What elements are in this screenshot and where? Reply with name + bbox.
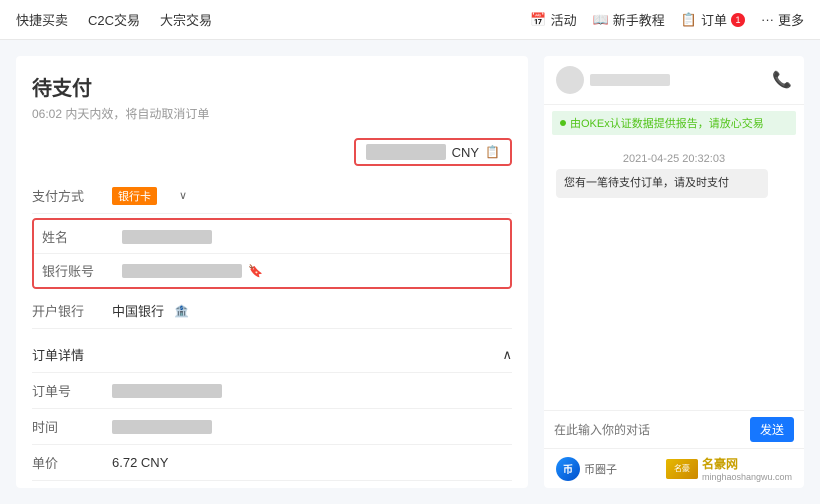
order-id-row: 订单号: [32, 373, 512, 409]
order-qty-row: 数量: [32, 481, 512, 488]
main-layout: 待支付 06:02 内天内效，将自动取消订单 CNY 📋 支付方式 银行卡 ∨ …: [0, 40, 820, 504]
bqz-label: 币圈子: [584, 461, 617, 477]
bqz-logo: 币 币圈子: [556, 457, 617, 481]
account-label: 银行账号: [42, 261, 122, 280]
calendar-icon: 📅: [530, 12, 546, 28]
bank-value: 中国银行 🏦: [112, 301, 512, 320]
account-value: 🔖: [122, 264, 502, 278]
order-id-label: 订单号: [32, 381, 112, 400]
name-label: 姓名: [42, 227, 122, 246]
bank-card-badge: 银行卡: [112, 187, 157, 205]
chat-messages: 2021-04-25 20:32:03 您有一笔待支付订单，请及时支付: [544, 141, 804, 410]
phone-icon[interactable]: 📞: [772, 70, 792, 90]
more-icon: ···: [761, 12, 774, 27]
order-badge: 1: [731, 13, 745, 27]
chevron-down-icon: ∨: [179, 189, 187, 202]
chat-input-area: 发送: [544, 410, 804, 448]
order-detail-toggle[interactable]: 订单详情 ∧: [32, 337, 512, 373]
nav-orders[interactable]: 📋 订单 1: [681, 10, 745, 29]
payment-method-label: 支付方式: [32, 186, 112, 205]
verified-dot-icon: [560, 120, 566, 126]
name-row: 姓名: [34, 220, 510, 254]
order-time-label: 时间: [32, 417, 112, 436]
highlighted-section: 姓名 银行账号 🔖: [32, 218, 512, 289]
account-blurred: [122, 264, 242, 278]
book-icon: 📖: [593, 12, 609, 28]
cny-label: CNY: [452, 145, 479, 160]
order-id-value: [112, 384, 512, 398]
chat-username: [590, 74, 670, 86]
order-detail-title: 订单详情: [32, 345, 84, 364]
amount-row: CNY 📋: [32, 138, 512, 166]
amount-copy-icon[interactable]: 📋: [485, 145, 500, 159]
nav-activity[interactable]: 📅 活动: [530, 10, 576, 29]
bank-icon: 🏦: [174, 304, 189, 318]
mhsw-label: 名豪网: [702, 455, 792, 472]
order-icon: 📋: [681, 12, 697, 28]
page-subtitle: 06:02 内天内效，将自动取消订单: [32, 105, 512, 122]
watermark-area: 币 币圈子 名豪 名豪网 minghaoshangwu.com: [544, 448, 804, 488]
name-blurred: [122, 230, 212, 244]
order-detail-rows: 订单号 时间 单价 6.72 CNY 数量: [32, 373, 512, 488]
nav-tutorial[interactable]: 📖 新手教程: [593, 10, 665, 29]
toggle-icon: ∧: [502, 347, 512, 363]
mhsw-logo: 名豪 名豪网 minghaoshangwu.com: [666, 455, 792, 482]
left-panel: 待支付 06:02 内天内效，将自动取消订单 CNY 📋 支付方式 银行卡 ∨ …: [16, 56, 528, 488]
mhsw-image: 名豪: [666, 459, 698, 479]
chat-header: 📞: [544, 56, 804, 105]
mhsw-url: minghaoshangwu.com: [702, 472, 792, 482]
avatar: [556, 66, 584, 94]
nav-item-quickbuy[interactable]: 快捷买卖: [16, 10, 68, 29]
payment-method-row: 支付方式 银行卡 ∨: [32, 178, 512, 214]
verified-badge: 由OKEx认证数据提供报告，请放心交易: [552, 111, 796, 135]
order-price-value: 6.72 CNY: [112, 455, 512, 470]
chat-user-info: [556, 66, 670, 94]
bank-row: 开户银行 中国银行 🏦: [32, 293, 512, 329]
send-button[interactable]: 发送: [750, 417, 794, 442]
amount-box: CNY 📋: [354, 138, 512, 166]
nav-right: 📅 活动 📖 新手教程 📋 订单 1 ··· 更多: [530, 10, 804, 29]
nav-item-c2c[interactable]: C2C交易: [88, 10, 140, 29]
bank-label: 开户银行: [32, 301, 112, 320]
nav-item-bulk[interactable]: 大宗交易: [160, 10, 212, 29]
nav-more[interactable]: ··· 更多: [761, 10, 804, 29]
verified-text: 由OKEx认证数据提供报告，请放心交易: [570, 115, 764, 131]
top-nav: 快捷买卖 C2C交易 大宗交易 📅 活动 📖 新手教程 📋 订单 1 ··· 更…: [0, 0, 820, 40]
chat-timestamp: 2021-04-25 20:32:03: [556, 153, 792, 165]
amount-value: [366, 144, 446, 160]
order-time-value: [112, 420, 512, 434]
name-value: [122, 230, 502, 244]
chat-bubble: 您有一笔待支付订单，请及时支付: [556, 169, 768, 198]
order-price-label: 单价: [32, 453, 112, 472]
order-price-row: 单价 6.72 CNY: [32, 445, 512, 481]
page-title: 待支付: [32, 72, 512, 101]
chat-input[interactable]: [554, 423, 750, 437]
account-row: 银行账号 🔖: [34, 254, 510, 287]
bqz-circle-icon: 币: [556, 457, 580, 481]
payment-method-value[interactable]: 银行卡 ∨: [112, 187, 512, 205]
order-time-row: 时间: [32, 409, 512, 445]
account-copy-icon[interactable]: 🔖: [248, 264, 263, 278]
chat-panel: 📞 由OKEx认证数据提供报告，请放心交易 2021-04-25 20:32:0…: [544, 56, 804, 488]
